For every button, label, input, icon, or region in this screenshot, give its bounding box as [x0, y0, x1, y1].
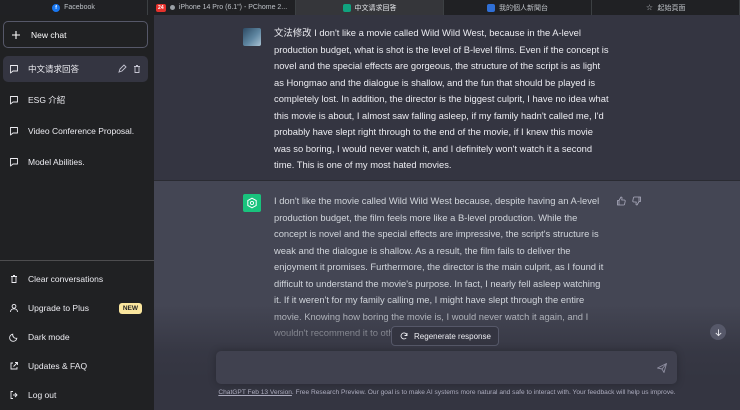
sidebar-conversation-4[interactable]: Model Abilities. — [3, 149, 148, 175]
regenerate-response-button[interactable]: Regenerate response — [391, 326, 499, 346]
browser-tab-facebook[interactable]: f Facebook — [0, 0, 148, 15]
trash-icon[interactable] — [132, 64, 142, 74]
browser-tab-start[interactable]: ☆ 起始頁面 — [592, 0, 740, 15]
footer-disclaimer: ChatGPT Feb 13 Version. Free Research Pr… — [154, 388, 740, 398]
plus-icon — [11, 30, 21, 40]
user-avatar — [243, 28, 261, 46]
chat-main: 文法修改 I don't like a movie called Wild Wi… — [154, 15, 740, 410]
clear-conversations-label: Clear conversations — [28, 274, 104, 284]
user-message-text: 文法修改 I don't like a movie called Wild Wi… — [274, 27, 609, 170]
sidebar-divider — [0, 260, 154, 261]
tab-label: 中文请求回答 — [354, 4, 397, 12]
conversation-label: 中文请求回答 — [28, 64, 80, 74]
clear-conversations-button[interactable]: Clear conversations — [3, 266, 148, 292]
log-out-label: Log out — [28, 390, 57, 400]
dark-mode-label: Dark mode — [28, 332, 70, 342]
chatgpt-icon — [342, 3, 351, 12]
updates-faq-link[interactable]: Updates & FAQ — [3, 353, 148, 379]
new-chat-label: New chat — [31, 29, 67, 40]
user-message: 文法修改 I don't like a movie called Wild Wi… — [154, 15, 740, 181]
pchome-icon: 24 — [155, 3, 166, 12]
scroll-down-button[interactable] — [710, 324, 726, 340]
thumbs-down-icon[interactable] — [632, 196, 642, 206]
star-icon: ☆ — [645, 2, 654, 12]
tab-label: 我的個人新聞台 — [499, 4, 548, 12]
conversation-label: Model Abilities. — [28, 157, 85, 167]
tab-label: iPhone 14 Pro (6.1") - PChome 2... — [178, 4, 288, 11]
audio-dot-icon — [169, 5, 175, 10]
tab-label: 起始頁面 — [657, 4, 686, 12]
footer-text: . Free Research Preview. Our goal is to … — [291, 389, 676, 396]
regenerate-label: Regenerate response — [414, 331, 491, 341]
sidebar-conversation-1[interactable]: 中文请求回答 — [3, 56, 148, 82]
version-link[interactable]: ChatGPT Feb 13 Version — [218, 389, 292, 396]
chat-bubble-icon — [9, 157, 19, 167]
logout-icon — [9, 390, 19, 400]
trash-icon — [9, 274, 19, 284]
message-input-box — [216, 351, 677, 384]
tab-label: Facebook — [64, 4, 95, 11]
new-chat-button[interactable]: New chat — [3, 21, 148, 48]
browser-tab-pchome[interactable]: 24 iPhone 14 Pro (6.1") - PChome 2... — [148, 0, 296, 15]
send-icon[interactable] — [656, 361, 668, 373]
log-out-button[interactable]: Log out — [3, 382, 148, 408]
upgrade-label: Upgrade to Plus — [28, 303, 89, 313]
external-link-icon — [9, 361, 19, 371]
browser-tab-chatgpt[interactable]: 中文请求回答 — [296, 0, 444, 15]
dark-mode-button[interactable]: Dark mode — [3, 324, 148, 350]
sidebar-conversation-2[interactable]: ESG 介紹 — [3, 87, 148, 113]
updates-label: Updates & FAQ — [28, 361, 88, 371]
thumbs-up-icon[interactable] — [616, 196, 626, 206]
chat-bubble-icon — [9, 126, 19, 136]
refresh-icon — [399, 331, 409, 341]
news-icon — [487, 3, 495, 12]
openai-logo-icon — [243, 194, 261, 212]
edit-icon[interactable] — [117, 64, 127, 74]
browser-tab-bar: f Facebook 24 iPhone 14 Pro (6.1") - PCh… — [0, 0, 740, 15]
message-input[interactable] — [226, 360, 646, 376]
facebook-icon: f — [52, 3, 61, 12]
new-badge: NEW — [118, 302, 142, 314]
chat-bubble-icon — [9, 64, 19, 74]
conversation-label: ESG 介紹 — [28, 95, 66, 105]
chat-bubble-icon — [9, 95, 19, 105]
upgrade-to-plus-button[interactable]: Upgrade to Plus NEW — [3, 295, 148, 321]
user-icon — [9, 303, 19, 313]
sidebar-conversation-3[interactable]: Video Conference Proposal. — [3, 118, 148, 144]
moon-icon — [9, 332, 19, 342]
sidebar: New chat 中文请求回答 ESG 介紹 Video Conference … — [0, 15, 154, 410]
arrow-down-icon — [714, 328, 722, 336]
conversation-label: Video Conference Proposal. — [28, 126, 135, 136]
browser-tab-news[interactable]: 我的個人新聞台 — [444, 0, 592, 15]
